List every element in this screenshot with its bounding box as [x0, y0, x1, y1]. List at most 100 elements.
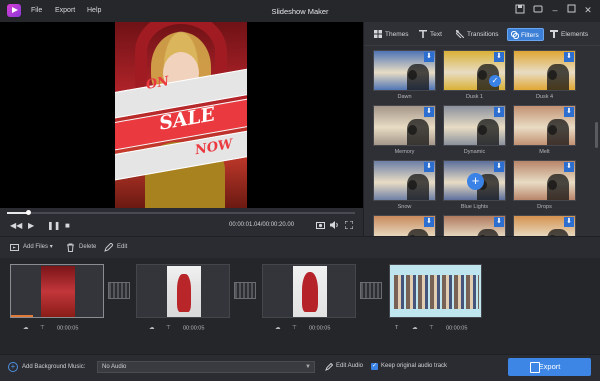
tab-themes[interactable]: Themes	[374, 28, 408, 41]
filter-item[interactable]: ⬇	[373, 215, 436, 236]
transitions-icon	[456, 30, 464, 38]
filter-item[interactable]: ⬇	[513, 215, 576, 236]
rewind-icon[interactable]: ◀◀	[10, 221, 22, 230]
text-icon[interactable]: ⊤	[429, 324, 437, 332]
filters-icon	[511, 31, 519, 39]
storyboard: ☁ ⊤ 00:00:05 ☁ ⊤ 00:00:05 ☁ ⊤ 00:00:05 T ☁ ⊤ 00:0…	[0, 258, 600, 354]
filter-item[interactable]: ⬇ ✓ Dusk 1	[443, 50, 506, 105]
filter-item[interactable]: ⬇ Dawn	[373, 50, 436, 105]
add-music-icon[interactable]: +	[8, 362, 18, 372]
filters-grid: ⬇ Dawn ⬇ ✓ Dusk 1 ⬇ Dusk 4 ⬇ Memory ⬇ Dynamic ⬇ Melt…	[364, 47, 600, 236]
tab-text[interactable]: Text	[419, 28, 442, 41]
download-icon[interactable]: ⬇	[564, 217, 574, 227]
transition-slot-1[interactable]	[108, 282, 130, 299]
tab-filters[interactable]: Filters	[507, 28, 544, 41]
filters-scrollbar[interactable]	[595, 122, 598, 148]
transition-slot-3[interactable]	[360, 282, 382, 299]
clip-3-info: ☁ ⊤ 00:00:05	[275, 324, 330, 332]
add-filter-icon[interactable]: +	[467, 173, 484, 190]
edit-audio-button[interactable]: Edit Audio	[325, 363, 363, 371]
edit-button[interactable]: Edit	[104, 243, 127, 252]
download-icon[interactable]: ⬇	[494, 162, 504, 172]
clip-2-duration: 00:00:05	[183, 325, 205, 332]
filter-thumbnail: ⬇	[373, 160, 436, 201]
download-icon[interactable]: ⬇	[424, 52, 434, 62]
add-files-icon	[10, 244, 19, 251]
download-icon[interactable]: ⬇	[424, 217, 434, 227]
audio-icon[interactable]: ☁	[149, 324, 157, 332]
filter-thumbnail: ⬇ +	[443, 160, 506, 201]
audio-select[interactable]: No Audio ▼	[97, 361, 315, 373]
clip-1-info: ☁ ⊤ 00:00:05	[23, 324, 78, 332]
export-button[interactable]: Export	[508, 358, 591, 376]
download-icon[interactable]: ⬇	[494, 52, 504, 62]
download-icon[interactable]: ⬇	[564, 162, 574, 172]
filter-thumbnail: ⬇	[443, 215, 506, 236]
minimize-icon[interactable]: –	[549, 4, 561, 16]
delete-icon	[67, 243, 74, 252]
tab-themes-label: Themes	[385, 31, 409, 38]
elements-icon	[550, 30, 558, 38]
clip-2[interactable]	[136, 264, 230, 318]
audio-icon[interactable]: ☁	[23, 324, 31, 332]
text-icon[interactable]: ⊤	[40, 324, 48, 332]
filter-name: Snow	[397, 204, 412, 210]
filter-name: Dawn	[397, 94, 412, 100]
fullscreen-icon[interactable]	[344, 220, 354, 231]
clip-4[interactable]	[389, 264, 482, 318]
add-background-music-label: Add Background Music:	[22, 364, 86, 370]
tab-text-label: Text	[430, 31, 442, 38]
download-icon[interactable]: ⬇	[424, 162, 434, 172]
text-icon[interactable]: ⊤	[292, 324, 300, 332]
filter-thumbnail: ⬇	[443, 105, 506, 146]
clip-1-progress	[11, 315, 33, 317]
filter-item[interactable]: ⬇ Snow	[373, 160, 436, 215]
filter-name: Dusk 1	[465, 94, 484, 100]
tab-transitions[interactable]: Transitions	[456, 28, 499, 41]
add-files-button[interactable]: Add Files ▾	[10, 243, 53, 252]
filter-item[interactable]: ⬇ Melt	[513, 105, 576, 160]
clip-3[interactable]	[262, 264, 356, 318]
keep-audio-checkbox[interactable]: ✓ Keep original audio track	[371, 363, 447, 370]
play-icon[interactable]: ▶	[28, 221, 34, 230]
progress-knob[interactable]	[25, 210, 31, 215]
filter-item[interactable]: ⬇ Memory	[373, 105, 436, 160]
storyboard-toolbar: Add Files ▾ Delete Edit	[0, 236, 600, 258]
volume-icon[interactable]	[330, 221, 339, 231]
filter-item[interactable]: ⬇ Dynamic	[443, 105, 506, 160]
filter-item[interactable]: ⬇	[443, 215, 506, 236]
playback-progress-bar[interactable]	[7, 210, 355, 215]
download-icon[interactable]: ⬇	[494, 107, 504, 117]
close-icon[interactable]: ✕	[582, 4, 594, 16]
transition-slot-2[interactable]	[234, 282, 256, 299]
video-preview[interactable]: ON SALE NOW	[0, 22, 363, 208]
filter-item[interactable]: ⬇ Dusk 4	[513, 50, 576, 105]
pause-icon[interactable]: ❚❚	[47, 221, 60, 230]
download-icon[interactable]: ⬇	[494, 217, 504, 227]
download-icon[interactable]: ⬇	[564, 107, 574, 117]
clip-1[interactable]	[10, 264, 104, 318]
title-text-icon[interactable]: T	[395, 324, 403, 332]
delete-button[interactable]: Delete	[66, 243, 96, 252]
stop-icon[interactable]: ■	[65, 221, 70, 230]
filter-name: Dusk 4	[535, 94, 554, 100]
feedback-icon[interactable]	[532, 4, 544, 16]
audio-icon[interactable]: ☁	[275, 324, 283, 332]
audio-icon[interactable]: ☁	[412, 324, 420, 332]
selected-check-icon: ✓	[489, 75, 501, 87]
save-project-icon[interactable]	[514, 4, 526, 16]
tab-elements[interactable]: Elements	[550, 28, 588, 41]
text-icon[interactable]: ⊤	[166, 324, 174, 332]
filter-item[interactable]: ⬇ Drops	[513, 160, 576, 215]
snapshot-icon[interactable]	[316, 221, 325, 231]
timecode: 00:00:01.04/00:00:20.00	[229, 222, 295, 228]
playback-controls: ◀◀ ▶ ❚❚ ■ 00:00:01.04/00:00:20.00	[0, 208, 363, 236]
download-icon[interactable]: ⬇	[564, 52, 574, 62]
effects-tabs: Themes Text Transitions Filters Elements	[364, 22, 600, 46]
maximize-icon[interactable]	[565, 4, 577, 16]
download-icon[interactable]: ⬇	[424, 107, 434, 117]
clip-1-duration: 00:00:05	[57, 325, 79, 332]
filter-item[interactable]: ⬇ + Blue Lights	[443, 160, 506, 215]
tab-filters-label: Filters	[521, 32, 539, 39]
clip-2-info: ☁ ⊤ 00:00:05	[149, 324, 204, 332]
